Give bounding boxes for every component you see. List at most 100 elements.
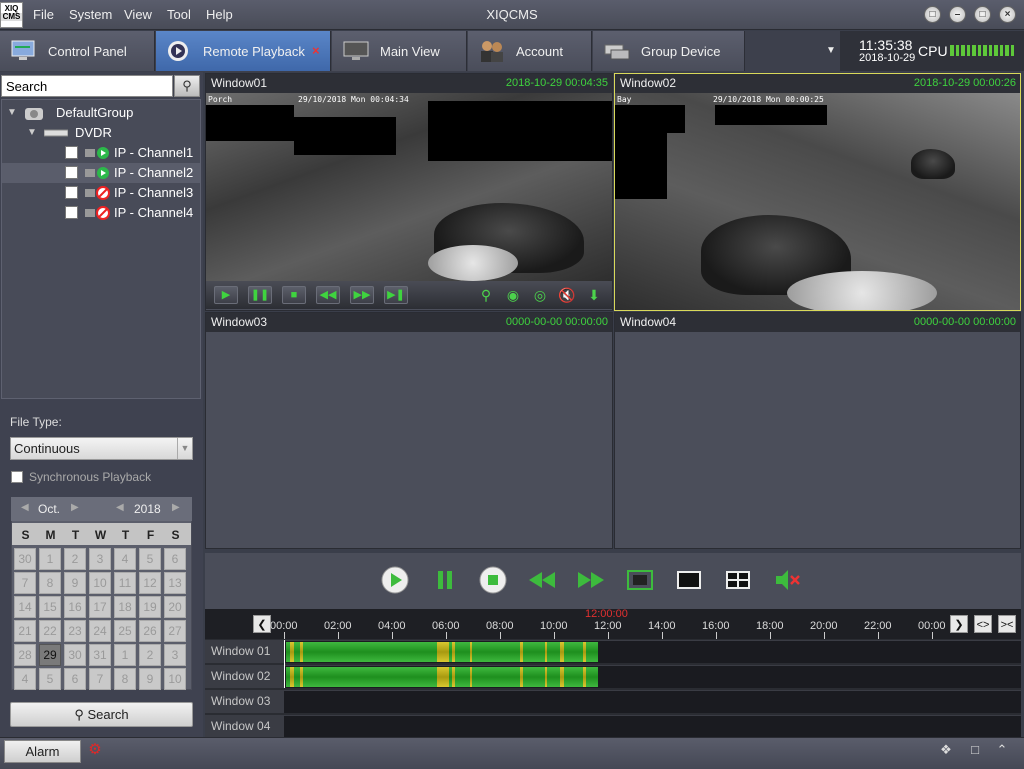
- tree-node-channel3[interactable]: IP - Channel3: [2, 183, 200, 203]
- event-record-segment[interactable]: [437, 642, 449, 662]
- next-year-icon[interactable]: ▶: [172, 502, 180, 513]
- play-all-icon[interactable]: [380, 565, 410, 595]
- tab-remote-playback[interactable]: Remote Playback ×: [156, 31, 331, 71]
- event-record-segment[interactable]: [560, 667, 564, 687]
- rewind-all-icon[interactable]: [527, 565, 557, 595]
- event-record-segment[interactable]: [452, 667, 455, 687]
- calendar-day[interactable]: 3: [89, 548, 111, 570]
- timeline-next-icon[interactable]: ❯: [950, 615, 968, 633]
- channel3-checkbox[interactable]: [65, 186, 78, 199]
- tab-control-panel[interactable]: Control Panel: [0, 31, 155, 71]
- tree-node-channel4[interactable]: IP - Channel4: [2, 203, 200, 223]
- event-record-segment[interactable]: [545, 667, 547, 687]
- calendar-day[interactable]: 2: [139, 644, 161, 666]
- tree-node-dvr[interactable]: ▼ DVDR: [2, 123, 200, 143]
- tab-group-device[interactable]: Group Device: [593, 31, 745, 71]
- calendar-day[interactable]: 20: [164, 596, 186, 618]
- calendar-day[interactable]: 30: [64, 644, 86, 666]
- calendar-day[interactable]: 6: [64, 668, 86, 690]
- play-icon[interactable]: ▶: [214, 286, 238, 304]
- search-icon[interactable]: ⚲: [174, 75, 200, 97]
- event-record-segment[interactable]: [520, 667, 523, 687]
- chevron-down-icon[interactable]: ▼: [177, 438, 192, 459]
- menu-file[interactable]: File: [33, 7, 54, 22]
- timeline-playhead[interactable]: [284, 640, 285, 688]
- calendar-day[interactable]: 15: [39, 596, 61, 618]
- channel2-checkbox[interactable]: [65, 166, 78, 179]
- menu-system[interactable]: System: [69, 7, 112, 22]
- fast-forward-all-icon[interactable]: [576, 565, 606, 595]
- calendar-day[interactable]: 7: [14, 572, 36, 594]
- event-record-segment[interactable]: [470, 667, 472, 687]
- event-record-segment[interactable]: [583, 667, 586, 687]
- calendar-day[interactable]: 8: [39, 572, 61, 594]
- calendar-day[interactable]: 23: [64, 620, 86, 642]
- menu-tool[interactable]: Tool: [167, 7, 191, 22]
- calendar-day[interactable]: 28: [14, 644, 36, 666]
- snapshot-icon[interactable]: ◉: [503, 285, 523, 305]
- video-window-03[interactable]: Window03 0000-00-00 00:00:00: [205, 312, 613, 549]
- calendar-day[interactable]: 10: [89, 572, 111, 594]
- alarm-button[interactable]: Alarm: [4, 740, 81, 763]
- calendar-day[interactable]: 2: [64, 548, 86, 570]
- zoom-icon[interactable]: ⚲: [476, 285, 496, 305]
- mute-icon[interactable]: 🔇: [557, 285, 577, 305]
- calendar-day[interactable]: 4: [14, 668, 36, 690]
- stop-icon[interactable]: ■: [282, 286, 306, 304]
- calendar-day[interactable]: 1: [114, 644, 136, 666]
- record-icon[interactable]: ◎: [530, 285, 550, 305]
- single-layout-icon[interactable]: [674, 565, 704, 595]
- prev-year-icon[interactable]: ◀: [116, 502, 124, 513]
- event-record-segment[interactable]: [290, 642, 294, 662]
- close-icon[interactable]: ×: [999, 6, 1016, 23]
- channel1-checkbox[interactable]: [65, 146, 78, 159]
- minimize-icon[interactable]: –: [949, 6, 966, 23]
- lock-icon[interactable]: □: [924, 6, 941, 23]
- calendar-day[interactable]: 26: [139, 620, 161, 642]
- calendar-day[interactable]: 6: [164, 548, 186, 570]
- timeline-collapse-icon[interactable]: ><: [998, 615, 1016, 633]
- calendar-day[interactable]: 3: [164, 644, 186, 666]
- calendar-day[interactable]: 19: [139, 596, 161, 618]
- pause-all-icon[interactable]: [430, 565, 460, 595]
- event-record-segment[interactable]: [300, 642, 303, 662]
- calendar-day[interactable]: 1: [39, 548, 61, 570]
- calendar-day[interactable]: 5: [39, 668, 61, 690]
- next-month-icon[interactable]: ▶: [71, 502, 79, 513]
- stop-all-icon[interactable]: [478, 565, 508, 595]
- video-window-02[interactable]: Window02 2018-10-29 00:00:26 Bay 29/10/2…: [614, 73, 1021, 311]
- alarm-icon[interactable]: ⚙: [85, 740, 105, 760]
- timeline-expand-icon[interactable]: <>: [974, 615, 992, 633]
- timeline-track[interactable]: [284, 691, 1021, 713]
- calendar-day[interactable]: 10: [164, 668, 186, 690]
- calendar-day[interactable]: 29: [39, 644, 61, 666]
- collapse-up-icon[interactable]: ⌃: [993, 742, 1011, 760]
- expand-arrow-icon[interactable]: ▼: [7, 103, 17, 123]
- calendar-day[interactable]: 25: [114, 620, 136, 642]
- calendar-day[interactable]: 21: [14, 620, 36, 642]
- event-record-segment[interactable]: [560, 642, 564, 662]
- video-window-01[interactable]: Window01 2018-10-29 00:04:35 Porch 29/10…: [205, 73, 613, 311]
- video-window-04[interactable]: Window04 0000-00-00 00:00:00: [614, 312, 1021, 549]
- timeline-prev-icon[interactable]: ❮: [253, 615, 271, 633]
- calendar-day[interactable]: 16: [64, 596, 86, 618]
- tab-main-view[interactable]: Main View: [332, 31, 467, 71]
- step-forward-icon[interactable]: ▶❚: [384, 286, 408, 304]
- expand-arrow-icon[interactable]: ▼: [27, 123, 37, 143]
- tab-close-icon[interactable]: ×: [312, 43, 320, 58]
- timeline-track[interactable]: [284, 716, 1021, 738]
- mute-all-icon[interactable]: [772, 565, 802, 595]
- file-type-select[interactable]: Continuous: [10, 437, 193, 460]
- event-record-segment[interactable]: [470, 642, 472, 662]
- calendar-day[interactable]: 31: [89, 644, 111, 666]
- event-record-segment[interactable]: [452, 642, 455, 662]
- channel4-checkbox[interactable]: [65, 206, 78, 219]
- pin-icon[interactable]: ❖: [937, 742, 955, 760]
- calendar-day[interactable]: 12: [139, 572, 161, 594]
- calendar-day[interactable]: 27: [164, 620, 186, 642]
- event-record-segment[interactable]: [290, 667, 294, 687]
- calendar-day[interactable]: 9: [64, 572, 86, 594]
- prev-month-icon[interactable]: ◀: [21, 502, 29, 513]
- rewind-icon[interactable]: ◀◀: [316, 286, 340, 304]
- event-record-segment[interactable]: [520, 642, 523, 662]
